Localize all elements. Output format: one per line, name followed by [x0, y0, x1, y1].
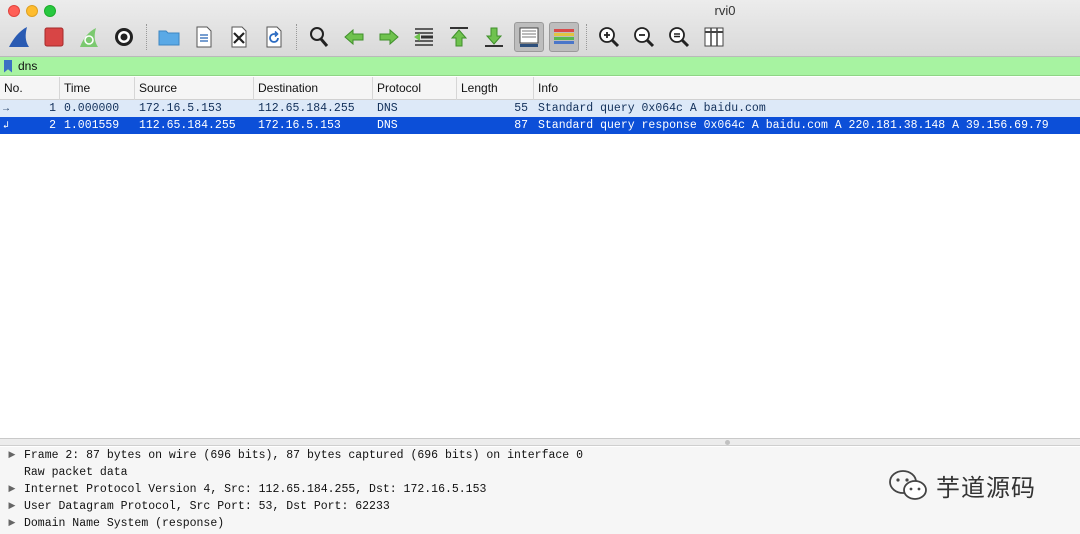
- zoom-out-icon: [634, 27, 655, 48]
- close-file-icon: [231, 26, 247, 48]
- column-header-destination[interactable]: Destination: [254, 77, 373, 100]
- colorize-lines-icon: [554, 29, 574, 44]
- packet-source: 112.65.184.255: [139, 119, 236, 132]
- main-toolbar: [4, 20, 734, 54]
- expand-triangle-icon[interactable]: ▶: [0, 498, 24, 515]
- packet-row-selected[interactable]: ↲ 2 1.001559 112.65.184.255 172.16.5.153…: [0, 117, 1080, 134]
- response-arrow-icon: ↲: [3, 121, 10, 132]
- window-titlebar: rvi0: [0, 0, 1080, 57]
- gear-icon: [115, 28, 133, 46]
- filter-bookmark-icon[interactable]: [4, 59, 12, 73]
- request-arrow-icon: →: [3, 104, 10, 115]
- watermark-text: 芋道源码: [936, 474, 1036, 502]
- expand-triangle-icon[interactable]: ▶: [0, 515, 24, 532]
- colorize-button[interactable]: [549, 22, 579, 52]
- close-file-button[interactable]: [224, 22, 254, 52]
- packet-list: No. Time Source Destination Protocol Len…: [0, 77, 1080, 439]
- packet-info: Standard query response 0x064c A baidu.c…: [538, 119, 1049, 132]
- packet-no-cell: ↲ 2: [0, 117, 60, 134]
- restart-capture-button[interactable]: [74, 22, 104, 52]
- packet-list-header: No. Time Source Destination Protocol Len…: [0, 77, 1080, 100]
- column-header-source[interactable]: Source: [135, 77, 254, 100]
- column-header-no[interactable]: No.: [0, 77, 60, 100]
- arrow-left-icon: [344, 28, 364, 46]
- packet-no: 1: [49, 102, 56, 115]
- shark-fin-icon: [9, 27, 29, 47]
- packet-no: 2: [49, 119, 56, 132]
- toolbar-separator: [296, 24, 297, 50]
- detail-text: Domain Name System (response): [24, 517, 225, 530]
- arrow-up-first-icon: [450, 27, 468, 47]
- column-header-length[interactable]: Length: [457, 77, 534, 100]
- save-file-button[interactable]: [189, 22, 219, 52]
- arrow-right-icon: [379, 28, 399, 46]
- no-expand-spacer: [0, 464, 24, 481]
- detail-row-frame[interactable]: ▶ Frame 2: 87 bytes on wire (696 bits), …: [0, 447, 1080, 464]
- autoscroll-button[interactable]: [514, 22, 544, 52]
- packet-source: 172.16.5.153: [139, 102, 222, 115]
- resize-columns-button[interactable]: [699, 22, 729, 52]
- reload-icon: [266, 26, 282, 48]
- go-to-packet-icon: [414, 28, 433, 46]
- arrow-down-last-icon: [485, 27, 503, 47]
- window-title: rvi0: [714, 3, 736, 18]
- open-file-button[interactable]: [154, 22, 184, 52]
- reload-file-button[interactable]: [259, 22, 289, 52]
- packet-row[interactable]: → 1 0.000000 172.16.5.153 112.65.184.255…: [0, 100, 1080, 117]
- zoom-in-button[interactable]: [594, 22, 624, 52]
- packet-length: 87: [514, 119, 528, 132]
- column-header-time[interactable]: Time: [60, 77, 135, 100]
- packet-time: 1.001559: [64, 119, 120, 132]
- detail-text: Internet Protocol Version 4, Src: 112.65…: [24, 483, 487, 496]
- column-header-protocol[interactable]: Protocol: [373, 77, 457, 100]
- packet-no-cell: → 1: [0, 100, 60, 117]
- expand-triangle-icon[interactable]: ▶: [0, 447, 24, 464]
- go-to-packet-button[interactable]: [409, 22, 439, 52]
- expand-triangle-icon[interactable]: ▶: [0, 481, 24, 498]
- pane-splitter[interactable]: [0, 439, 1080, 446]
- autoscroll-icon: [519, 27, 539, 47]
- detail-text: Frame 2: 87 bytes on wire (696 bits), 87…: [24, 449, 583, 462]
- document-icon: [196, 26, 212, 48]
- zoom-out-button[interactable]: [629, 22, 659, 52]
- packet-protocol: DNS: [377, 119, 398, 132]
- folder-icon: [158, 30, 180, 46]
- zoom-reset-icon: [669, 27, 690, 48]
- detail-text: User Datagram Protocol, Src Port: 53, Ds…: [24, 500, 390, 513]
- go-forward-button[interactable]: [374, 22, 404, 52]
- packet-destination: 112.65.184.255: [258, 102, 355, 115]
- packet-length: 55: [514, 102, 528, 115]
- packet-time: 0.000000: [64, 102, 120, 115]
- splitter-handle-icon[interactable]: [725, 440, 730, 445]
- packet-info: Standard query 0x064c A baidu.com: [538, 102, 766, 115]
- restart-fin-icon: [80, 28, 98, 47]
- magnifier-icon: [310, 27, 329, 47]
- toolbar-separator: [146, 24, 147, 50]
- normal-size-button[interactable]: [664, 22, 694, 52]
- detail-row-dns[interactable]: ▶ Domain Name System (response): [0, 515, 1080, 532]
- start-capture-button[interactable]: [4, 22, 34, 52]
- zoom-in-icon: [599, 27, 620, 48]
- watermark: 芋道源码: [888, 468, 1036, 503]
- detail-text: Raw packet data: [24, 466, 128, 479]
- stop-capture-button[interactable]: [39, 22, 69, 52]
- first-packet-button[interactable]: [444, 22, 474, 52]
- go-back-button[interactable]: [339, 22, 369, 52]
- resize-columns-icon: [704, 27, 724, 47]
- display-filter-bar: [0, 57, 1080, 76]
- display-filter-input[interactable]: [18, 59, 918, 73]
- stop-square-icon: [44, 27, 64, 47]
- column-header-info[interactable]: Info: [534, 77, 1080, 100]
- capture-options-button[interactable]: [109, 22, 139, 52]
- packet-protocol: DNS: [377, 102, 398, 115]
- packet-destination: 172.16.5.153: [258, 119, 341, 132]
- last-packet-button[interactable]: [479, 22, 509, 52]
- toolbar-separator: [586, 24, 587, 50]
- wechat-icon: [889, 469, 927, 500]
- find-packet-button[interactable]: [304, 22, 334, 52]
